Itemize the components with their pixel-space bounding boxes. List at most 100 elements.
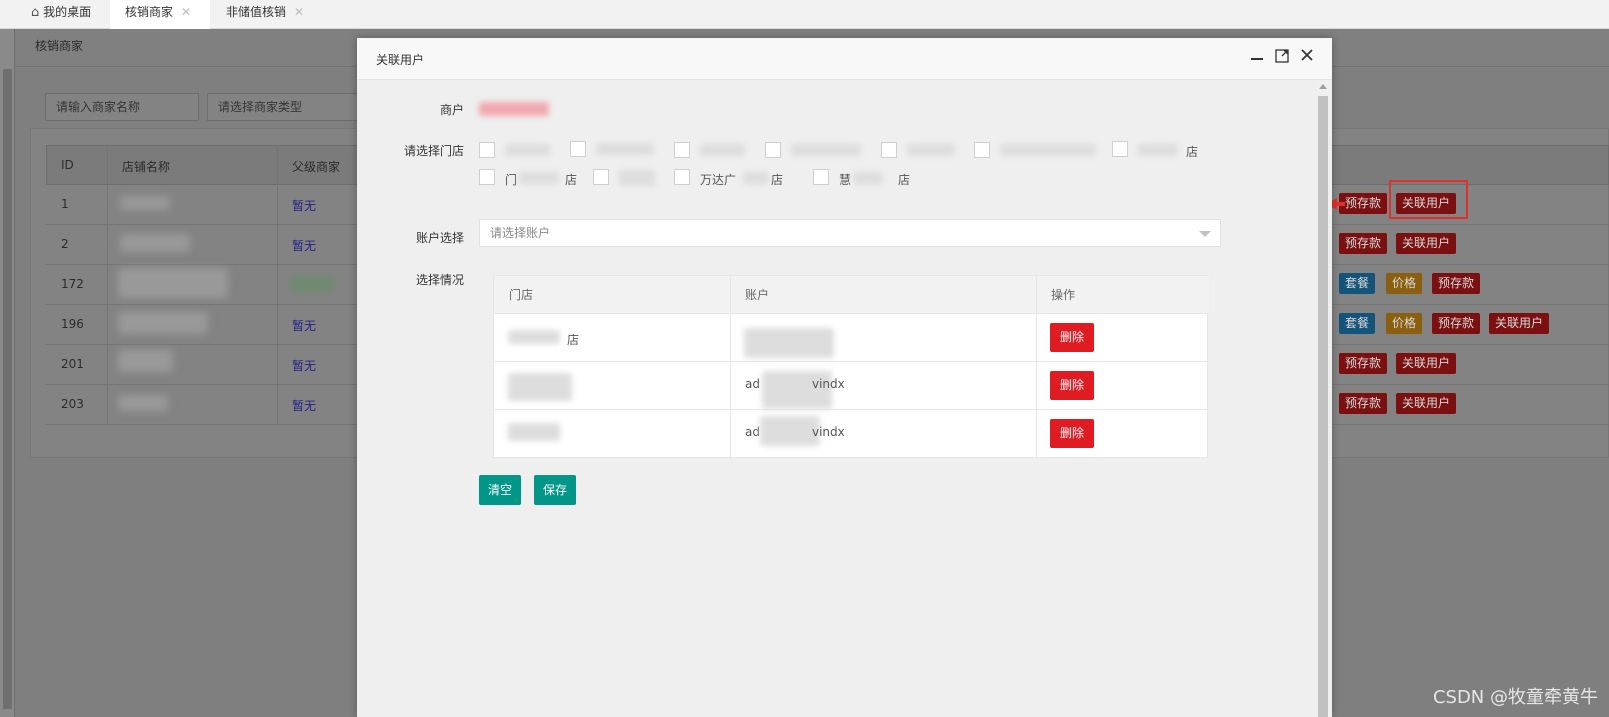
- row-id: 196: [61, 317, 84, 331]
- parent-link[interactable]: 暂无: [292, 197, 316, 214]
- table-row: [494, 362, 1209, 410]
- price-button[interactable]: 价格: [1386, 273, 1423, 294]
- chevron-down-icon: [1199, 231, 1211, 237]
- store-checkbox[interactable]: [1112, 141, 1128, 157]
- row-id: 172: [61, 277, 84, 291]
- redacted-store: [907, 144, 955, 156]
- link-user-button[interactable]: 关联用户: [1396, 393, 1457, 414]
- redacted-store: [619, 170, 655, 186]
- row-account-suffix: vindx: [812, 425, 845, 439]
- parent-link[interactable]: 暂无: [292, 357, 316, 374]
- dialog-title: 关联用户: [376, 53, 425, 67]
- row-id: 2: [61, 237, 69, 251]
- selection-label: 选择情况: [415, 273, 464, 287]
- delete-button[interactable]: 删除: [1050, 371, 1094, 400]
- store-checkbox[interactable]: [881, 142, 897, 158]
- redacted-account: [744, 328, 834, 358]
- clear-button[interactable]: 清空: [479, 475, 522, 505]
- redacted-name: [118, 395, 168, 411]
- store-checkbox[interactable]: [674, 142, 690, 158]
- prestore-button[interactable]: 预存款: [1339, 233, 1388, 254]
- close-icon[interactable]: [1298, 48, 1316, 66]
- redacted-store: [1138, 144, 1178, 156]
- redacted-store: [791, 144, 861, 156]
- redacted-store: [508, 423, 560, 441]
- store-option: 万达广: [700, 173, 737, 187]
- prestore-button[interactable]: 预存款: [1432, 273, 1481, 294]
- tab-bar: ⌂ 我的桌面 核销商家 ✕ 非储值核销 ✕: [0, 0, 1609, 29]
- parent-link[interactable]: 暂无: [292, 237, 316, 254]
- tab-desktop[interactable]: ⌂ 我的桌面: [29, 0, 109, 29]
- table-row: [494, 314, 1209, 362]
- store-checkbox[interactable]: [570, 141, 586, 157]
- row-id: 203: [61, 397, 84, 411]
- parent-link[interactable]: 暂无: [292, 317, 316, 334]
- link-user-button[interactable]: 关联用户: [1396, 233, 1457, 254]
- redacted-name: [118, 312, 208, 334]
- redacted-store: [508, 373, 572, 401]
- merchant-name-input[interactable]: 请输入商家名称: [45, 93, 199, 121]
- link-user-button[interactable]: 关联用户: [1489, 313, 1550, 334]
- store-checkbox[interactable]: [593, 169, 609, 185]
- left-scrollbar[interactable]: [0, 29, 15, 717]
- dialog-scrollbar[interactable]: [1317, 82, 1329, 717]
- tab-merchant[interactable]: 核销商家 ✕: [110, 0, 210, 29]
- selection-table: 门店 账户 操作 店 ad vindx ad vindx 删除 删除 删除: [493, 275, 1209, 459]
- col-store: 门店: [494, 276, 730, 314]
- redacted-store: [743, 172, 769, 184]
- redacted-store: [700, 144, 745, 156]
- store-checkbox[interactable]: [479, 169, 495, 185]
- prestore-button[interactable]: 预存款: [1339, 193, 1388, 214]
- close-icon[interactable]: ✕: [181, 5, 191, 19]
- close-icon[interactable]: ✕: [294, 5, 304, 19]
- col-action: 操作: [1036, 276, 1209, 314]
- redacted-store: [508, 330, 560, 344]
- watermark: CSDN @牧童牵黄牛: [1432, 687, 1598, 708]
- redacted-name: [120, 196, 170, 210]
- delete-button[interactable]: 删除: [1050, 323, 1094, 352]
- store-option: 慧: [839, 173, 852, 187]
- col-store-name: 店铺名称: [122, 160, 171, 174]
- merchant-type-select[interactable]: 请选择商家类型: [207, 93, 359, 121]
- prestore-button[interactable]: 预存款: [1432, 313, 1481, 334]
- redacted-store: [505, 144, 550, 156]
- redacted-name: [120, 234, 190, 252]
- annotation-highlight-box: [1389, 180, 1468, 219]
- package-button[interactable]: 套餐: [1339, 273, 1376, 294]
- delete-button[interactable]: 删除: [1050, 419, 1094, 448]
- store-checkbox[interactable]: [479, 142, 495, 158]
- price-button[interactable]: 价格: [1386, 313, 1423, 334]
- table-row: [494, 410, 1209, 458]
- store-checkbox[interactable]: [813, 169, 829, 185]
- link-user-dialog: 关联用户 商户 请选择门店 店 门 店 万达广 店 慧 店 账户选择 请选择账户…: [357, 38, 1332, 717]
- row-account-suffix: vindx: [812, 377, 845, 391]
- minimize-icon[interactable]: [1248, 48, 1266, 66]
- row-store: 店: [567, 333, 580, 347]
- store-checkbox[interactable]: [674, 169, 690, 185]
- row-account: ad: [745, 377, 760, 391]
- redacted-parent: [290, 276, 335, 292]
- package-button[interactable]: 套餐: [1339, 313, 1376, 334]
- link-user-button[interactable]: 关联用户: [1396, 353, 1457, 374]
- store-checkbox[interactable]: [765, 142, 781, 158]
- row-id: 201: [61, 357, 84, 371]
- tab-non-stored[interactable]: 非储值核销 ✕: [212, 0, 322, 29]
- prestore-button[interactable]: 预存款: [1339, 353, 1388, 374]
- store-checkbox[interactable]: [974, 142, 990, 158]
- parent-link[interactable]: 暂无: [292, 397, 316, 414]
- prestore-button[interactable]: 预存款: [1339, 393, 1388, 414]
- store-option-suffix: 店: [771, 173, 784, 187]
- redacted-name: [118, 350, 173, 372]
- save-button[interactable]: 保存: [534, 475, 577, 505]
- account-select[interactable]: 请选择账户: [479, 219, 1221, 247]
- col-parent: 父级商家: [292, 160, 341, 174]
- redacted-merchant: [479, 102, 549, 116]
- maximize-icon[interactable]: [1273, 48, 1291, 66]
- redacted-store: [596, 143, 654, 155]
- store-option: 门: [505, 173, 518, 187]
- redacted-store: [853, 172, 883, 184]
- redacted-account: [760, 416, 820, 446]
- store-label: 请选择门店: [403, 144, 464, 158]
- redacted-store: [1000, 144, 1096, 156]
- store-option-suffix: 店: [898, 173, 911, 187]
